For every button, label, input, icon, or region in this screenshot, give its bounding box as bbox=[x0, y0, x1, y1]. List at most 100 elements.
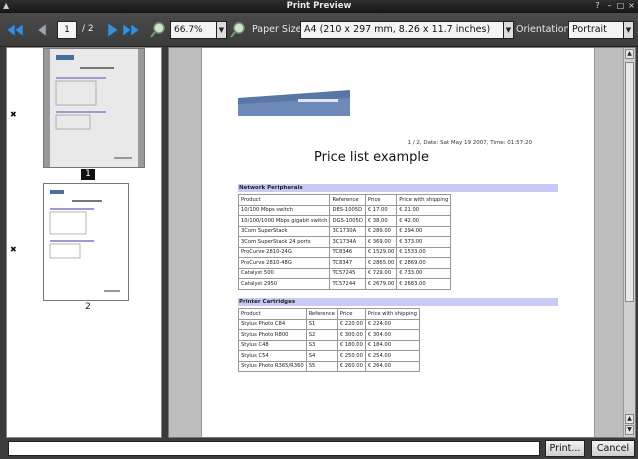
zoom-in-button[interactable] bbox=[229, 21, 247, 39]
right-arrow-icon bbox=[107, 22, 119, 38]
thumbnail-panel[interactable]: ✖ 1 ✖ 2 bbox=[6, 47, 162, 438]
table-row: Stylus C48 S3 € 180.00 € 184.00 bbox=[238, 339, 420, 351]
page-thumbnail-image bbox=[49, 190, 120, 292]
table-cell: S2 bbox=[305, 329, 338, 341]
table-row: ProCurve 2810-48G TC8347 € 2865.00 € 2869.0… bbox=[237, 257, 452, 269]
table-row: 10/100/1000 Mbps gigabit switch DGS-1005D… bbox=[237, 215, 452, 227]
zoom-out-button[interactable] bbox=[149, 21, 167, 39]
vertical-scrollbar[interactable]: ▲ ▲ ▼ bbox=[623, 48, 635, 437]
scrollbar-handle[interactable] bbox=[625, 62, 634, 302]
current-page-field[interactable]: 1 bbox=[57, 21, 77, 39]
table-cell: TC8346 bbox=[329, 246, 366, 258]
maximize-icon[interactable]: □ bbox=[615, 1, 626, 11]
table-cell: Stylus C48 bbox=[238, 339, 307, 351]
thumbnail-marker-icon: ✖ bbox=[10, 110, 17, 119]
cancel-button[interactable]: Cancel bbox=[591, 440, 635, 457]
paper-size-select[interactable]: A4 (210 x 297 mm, 8.26 x 11.7 inches) bbox=[300, 21, 504, 39]
left-arrow-icon bbox=[37, 23, 47, 37]
window-title: Print Preview bbox=[286, 1, 352, 11]
table-cell: DES-1005D bbox=[329, 204, 366, 216]
table-cell: € 184.00 bbox=[364, 339, 420, 351]
table-cell: Stylus Photo C84 bbox=[238, 318, 307, 330]
column-header: Price with shipping bbox=[364, 308, 420, 320]
scroll-up-icon[interactable]: ▲ bbox=[625, 414, 634, 424]
column-header: Price with shipping bbox=[396, 194, 452, 206]
table-cell: € 2869.00 bbox=[396, 257, 452, 269]
page-thumbnail[interactable] bbox=[43, 48, 145, 168]
scroll-up-icon[interactable]: ▲ bbox=[625, 49, 634, 59]
table-cell: € 1529.00 bbox=[364, 246, 398, 258]
page-thumbnail-image bbox=[50, 49, 138, 167]
orientation-select[interactable]: Portrait bbox=[568, 21, 624, 39]
first-page-button[interactable] bbox=[6, 21, 24, 39]
minimize-icon[interactable]: – bbox=[604, 1, 615, 11]
preview-page: 1 / 2, Date: Sat May 19 2007, Time: 01:5… bbox=[201, 48, 595, 437]
table-cell: Stylus Photo R365/R360 bbox=[238, 360, 307, 372]
last-page-button[interactable] bbox=[122, 21, 140, 39]
table-header-row: Product Reference Price Price with shipp… bbox=[238, 308, 420, 320]
thumbnail-page-number: 1 bbox=[81, 169, 95, 180]
table-cell: € 224.00 bbox=[364, 318, 420, 330]
zoom-field[interactable]: 66.7% bbox=[170, 21, 218, 39]
page-info-text: 1 / 2, Date: Sat May 19 2007, Time: 01:5… bbox=[407, 140, 532, 146]
table-cell: 10/100 Mbps switch bbox=[237, 204, 331, 216]
table-row: 10/100 Mbps switch DES-1005D € 17.00 € 21.0… bbox=[237, 204, 452, 216]
zoom-in-icon bbox=[230, 22, 245, 38]
table-cell: 3C1734A bbox=[329, 236, 366, 248]
preview-area[interactable]: 1 / 2, Date: Sat May 19 2007, Time: 01:5… bbox=[168, 47, 636, 438]
table-row: Stylus Photo R800 S2 € 300.00 € 304.00 bbox=[238, 329, 420, 341]
table-cell: Stylus C54 bbox=[238, 350, 307, 362]
table-cell: Catalyst 2950 bbox=[237, 278, 331, 290]
next-page-button[interactable] bbox=[103, 21, 121, 39]
section-heading: Network Peripherals bbox=[238, 184, 558, 192]
document-title: Price list example bbox=[314, 150, 430, 165]
table-cell: S4 bbox=[305, 350, 338, 362]
bottom-bar: Print... Cancel bbox=[0, 438, 638, 459]
table-cell: € 260.00 bbox=[336, 360, 366, 372]
table-cell: TC8347 bbox=[329, 257, 366, 269]
status-field bbox=[8, 441, 540, 456]
table-header-row: Product Reference Price Price with shipp… bbox=[237, 194, 452, 206]
table-row: Stylus C54 S4 € 250.00 € 254.00 bbox=[238, 350, 420, 362]
table-cell: € 2865.00 bbox=[364, 257, 398, 269]
page-thumbnail[interactable] bbox=[43, 183, 129, 301]
section-heading: Printer Cartridges bbox=[238, 298, 558, 306]
table-cell: € 254.00 bbox=[364, 350, 420, 362]
table-cell: DGS-1005D bbox=[329, 215, 366, 227]
table-cell: € 17.00 bbox=[364, 204, 398, 216]
table-cell: S5 bbox=[305, 360, 338, 372]
table-cell: € 2679.00 bbox=[364, 278, 398, 290]
table-cell: S3 bbox=[305, 339, 338, 351]
scroll-down-icon[interactable]: ▼ bbox=[625, 425, 634, 435]
table-row: Stylus Photo C84 S1 € 220.00 € 224.00 bbox=[238, 318, 420, 330]
orientation-label: Orientation: bbox=[516, 24, 573, 35]
paper-size-label: Paper Size: bbox=[252, 24, 305, 35]
zoom-out-icon bbox=[150, 22, 165, 38]
double-right-arrow-icon bbox=[122, 23, 140, 37]
column-header: Reference bbox=[329, 194, 366, 206]
zoom-dropdown-icon[interactable]: ▼ bbox=[216, 21, 227, 39]
close-icon[interactable]: × bbox=[626, 1, 637, 11]
table-cell: € 264.00 bbox=[364, 360, 420, 372]
orientation-dropdown-icon[interactable]: ▼ bbox=[623, 21, 634, 39]
thumbnail-page-number: 2 bbox=[85, 302, 91, 312]
help-icon[interactable]: ? bbox=[592, 1, 603, 11]
paper-size-dropdown-icon[interactable]: ▼ bbox=[503, 21, 514, 39]
previous-page-button[interactable] bbox=[34, 21, 52, 39]
company-logo bbox=[238, 90, 350, 116]
table-cell: 10/100/1000 Mbps gigabit switch bbox=[237, 215, 331, 227]
print-button[interactable]: Print... bbox=[545, 440, 585, 457]
table-cell: 3Com SuperStack 24 ports bbox=[237, 236, 331, 248]
table-cell: S1 bbox=[305, 318, 338, 330]
table-cell: TC57244 bbox=[329, 278, 366, 290]
table-cell: Catalyst 500 bbox=[237, 267, 331, 279]
table-cell: € 373.00 bbox=[396, 236, 452, 248]
table-row: ProCurve 2810-24G TC8346 € 1529.00 € 1533.0… bbox=[237, 246, 452, 258]
table-cell: ProCurve 2810-24G bbox=[237, 246, 331, 258]
thumbnail-marker-icon: ✖ bbox=[10, 245, 17, 254]
table-cell: € 1533.00 bbox=[396, 246, 452, 258]
column-header: Product bbox=[238, 308, 307, 320]
table-cell: € 250.00 bbox=[336, 350, 366, 362]
table-cell: 3Com SuperStack bbox=[237, 225, 331, 237]
table-row: 3Com SuperStack 3C1730A € 289.00 € 294.00 bbox=[237, 225, 452, 237]
